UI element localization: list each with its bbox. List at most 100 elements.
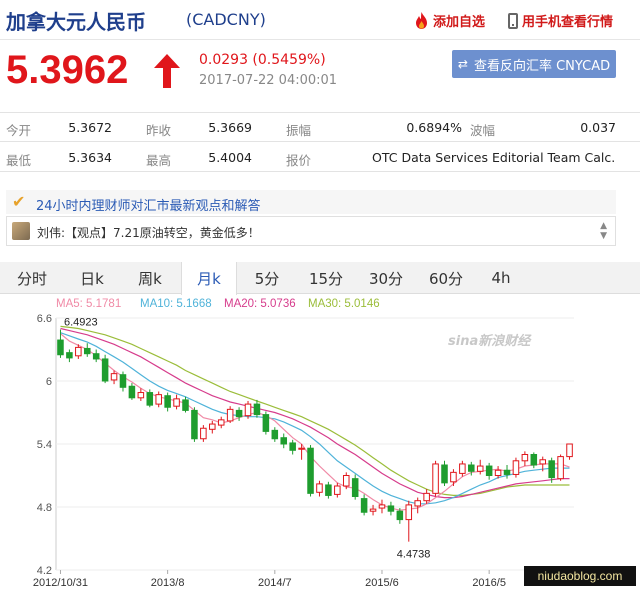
candle-body	[128, 385, 136, 399]
news-ticker[interactable]: 刘伟:【观点】7.21原油转空，黄金低多！ ▲ ▼	[6, 216, 616, 246]
ma20-line	[60, 327, 570, 499]
candle-body	[414, 500, 421, 507]
y-tick-label: 4.8	[37, 502, 52, 514]
stat-value: 5.4004	[208, 150, 252, 165]
current-price: 5.3962	[6, 48, 129, 92]
candle-body	[66, 352, 73, 359]
candle-body	[164, 395, 171, 408]
candle-body	[378, 504, 386, 509]
x-tick-label: 2012/10/31	[33, 577, 88, 589]
tab-15min[interactable]: 15分	[298, 262, 354, 294]
tab-5min[interactable]: 5分	[242, 262, 292, 294]
tab-monthly[interactable]: 月k	[181, 262, 237, 295]
stat-label: 振幅	[286, 123, 312, 138]
chart-period-tabs: 分时 日k 周k 月k 5分 15分 30分 60分 4h	[0, 262, 640, 295]
candle-body	[280, 437, 288, 445]
up-arrow-icon	[154, 54, 180, 88]
candle-body	[351, 478, 359, 497]
candle-body	[244, 403, 252, 417]
candle-body	[441, 464, 448, 484]
tab-30min[interactable]: 30分	[358, 262, 414, 294]
candle-body	[217, 419, 225, 426]
candle-body	[494, 469, 502, 476]
advisor-insight-label: 24小时内理财师对汇市最新观点和解答	[36, 199, 261, 214]
mobile-view-label: 用手机查看行情	[522, 15, 614, 30]
fire-icon	[416, 12, 427, 29]
candle-body	[137, 392, 145, 399]
stats-table: 今开 5.3672 昨收 5.3669 振幅 0.6894% 波幅 0.037 …	[0, 112, 640, 172]
mobile-view-link[interactable]: 用手机查看行情	[508, 11, 613, 30]
add-watchlist-label: 添加自选	[433, 15, 486, 30]
stats-row: 最低 5.3634 最高 5.4004 报价 OTC Data Services…	[0, 143, 640, 172]
stat-label: 今开	[6, 123, 32, 138]
max-value-label: 6.4923	[64, 316, 98, 328]
candle-body	[325, 484, 332, 496]
candle-body	[200, 427, 207, 440]
tab-4h[interactable]: 4h	[476, 262, 526, 294]
ma30-label: MA30: 5.0146	[308, 298, 380, 310]
candle-body	[75, 346, 82, 357]
candle-body	[521, 454, 529, 462]
page-title: 加拿大元人民币	[6, 10, 146, 34]
chart-canvas: 6.6 6 5.4 4.8 4.22012/10/31 2013/8 2014/7 2015/…	[33, 313, 585, 589]
candle-body	[503, 469, 511, 475]
candle-body	[396, 510, 404, 521]
candle-body	[173, 398, 180, 407]
candle-body	[530, 454, 538, 466]
candle-body	[57, 339, 64, 356]
candle-body	[334, 485, 341, 495]
candle-body	[119, 374, 127, 388]
stats-row: 今开 5.3672 昨收 5.3669 振幅 0.6894% 波幅 0.037	[0, 113, 640, 142]
checkmark-icon: ✔	[12, 192, 26, 211]
ma10-line	[60, 332, 570, 505]
candle-body	[155, 394, 162, 405]
scroll-arrows-icon[interactable]: ▲ ▼	[600, 221, 607, 241]
x-tick-label: 2013/8	[151, 577, 185, 589]
tab-timeshare[interactable]: 分时	[6, 262, 58, 294]
quote-time: 2017-07-22 04:00:01	[199, 73, 338, 88]
y-tick-label: 6	[46, 376, 52, 388]
stat-value: 5.3634	[68, 150, 112, 165]
candle-body	[423, 492, 430, 502]
candle-body	[92, 353, 100, 360]
news-headline[interactable]: 刘伟:【观点】7.21原油转空，黄金低多！	[37, 224, 260, 241]
stat-label: 报价	[286, 153, 312, 168]
candle-body	[405, 504, 413, 521]
candle-body	[262, 414, 270, 432]
x-tick-label: 2015/6	[365, 577, 399, 589]
tab-weekly[interactable]: 周k	[124, 262, 176, 294]
candle-body	[548, 460, 555, 479]
min-value-label: 4.4738	[397, 549, 431, 561]
candle-body	[387, 505, 395, 512]
ma5-label: MA5: 5.1781	[56, 298, 122, 310]
tab-daily[interactable]: 日k	[66, 262, 118, 294]
candle-body	[316, 483, 323, 493]
candle-body	[191, 409, 198, 440]
stat-value: 5.3669	[208, 120, 252, 135]
ma20-label: MA20: 5.0736	[224, 298, 296, 310]
candle-body	[271, 429, 279, 440]
price-change: 0.0293 (0.5459%)	[199, 52, 326, 68]
y-tick-label: 4.2	[37, 565, 52, 577]
stat-value: 0.037	[580, 120, 616, 135]
advisor-insight-link[interactable]: ✔ 24小时内理财师对汇市最新观点和解答	[6, 190, 616, 214]
stat-value: OTC Data Services Editorial Team Calc...	[372, 150, 616, 165]
candle-body	[557, 456, 564, 480]
stat-value: 0.6894%	[406, 120, 462, 135]
kline-chart[interactable]: MA5: 5.1781 MA10: 5.1668 MA20: 5.0736 MA…	[0, 296, 640, 590]
avatar	[12, 222, 30, 240]
candle-body	[253, 403, 261, 416]
candle-body	[110, 373, 118, 381]
candle-body	[485, 465, 493, 477]
candle-body	[566, 443, 573, 458]
candle-body	[83, 347, 91, 355]
add-watchlist-button[interactable]: 添加自选	[414, 11, 485, 30]
stat-label: 最低	[6, 153, 32, 168]
candle-body	[369, 508, 377, 512]
credit-watermark: niudaoblog.com	[524, 566, 636, 586]
tab-60min[interactable]: 60分	[418, 262, 474, 294]
candle-body	[235, 409, 243, 418]
page-header: 加拿大元人民币 (CADCNY) 添加自选 用手机查看行情	[0, 0, 640, 40]
reverse-rate-button[interactable]: ⇄ 查看反向汇率 CNYCAD	[452, 50, 616, 78]
candle-body	[459, 463, 466, 474]
